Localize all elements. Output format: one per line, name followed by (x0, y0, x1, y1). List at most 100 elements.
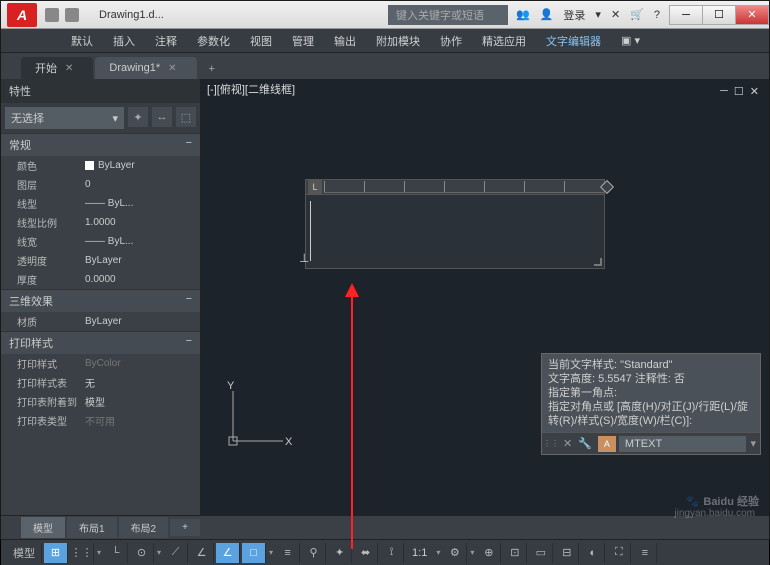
customize-icon[interactable]: ≡ (633, 543, 657, 563)
dropdown-icon[interactable]: ▾ (96, 548, 102, 557)
vp-maximize-icon[interactable]: ☐ (734, 85, 744, 98)
osnap2d-icon[interactable]: ∠ (216, 543, 240, 563)
property-row[interactable]: 打印表类型不可用 (1, 411, 200, 430)
ribbon-overflow-icon[interactable]: ▣ ▾ (611, 29, 650, 53)
select-icon[interactable]: ↔ (152, 107, 172, 127)
property-value[interactable]: 无 (81, 375, 200, 390)
ruler-tab-icon[interactable]: L (308, 180, 322, 194)
property-row[interactable]: 图层0 (1, 175, 200, 194)
cmd-dropdown-icon[interactable]: ▾ (746, 437, 760, 450)
selection-combo[interactable]: 无选择▾ (5, 107, 124, 129)
annotation-icon[interactable]: ⚲ (302, 543, 326, 563)
wrench-icon[interactable]: 🔧 (575, 437, 595, 450)
model-button[interactable]: 模型 (7, 543, 42, 563)
property-value[interactable]: 0.0000 (81, 272, 200, 287)
ribbon-tab[interactable]: 默认 (61, 29, 103, 53)
property-row[interactable]: 线型比例1.0000 (1, 213, 200, 232)
vp-close-icon[interactable]: ✕ (750, 85, 759, 98)
property-section-header[interactable]: 三维效果− (1, 289, 200, 312)
user-icon[interactable]: 👤 (540, 8, 554, 21)
property-value[interactable]: —— ByL... (81, 234, 200, 249)
vp-minimize-icon[interactable]: ─ (720, 85, 728, 98)
resize-handle-icon[interactable] (594, 258, 602, 266)
dropdown-icon[interactable]: ▾ (156, 548, 162, 557)
property-row[interactable]: 透明度ByLayer (1, 251, 200, 270)
osnap-tracking-icon[interactable]: ∠ (190, 543, 214, 563)
osnap-icon[interactable]: □ (242, 543, 266, 563)
ribbon-tab[interactable]: 插入 (103, 29, 145, 53)
property-row[interactable]: 颜色 ByLayer (1, 156, 200, 175)
tab-close-icon[interactable]: ✕ (65, 63, 73, 74)
close-cmd-icon[interactable]: ✕ (560, 437, 575, 450)
property-value[interactable]: ByLayer (81, 158, 200, 173)
anno-monitor-icon[interactable]: ⊕ (477, 543, 501, 563)
drawing-canvas[interactable]: [-][俯视][二维线框] ─ ☐ ✕ L ⊥ (201, 79, 769, 515)
property-section-header[interactable]: 常规− (1, 133, 200, 156)
isodraft-icon[interactable]: ⟋ (164, 543, 188, 563)
units-icon[interactable]: ⊡ (503, 543, 527, 563)
layout-tab[interactable]: 模型 (21, 517, 65, 538)
dropdown-icon[interactable]: ▾ (595, 8, 601, 21)
lineweight-icon[interactable]: ≡ (276, 543, 300, 563)
maximize-button[interactable]: ☐ (702, 5, 736, 25)
property-value[interactable]: 不可用 (81, 413, 200, 428)
cart-icon[interactable]: 🛒 (630, 8, 644, 21)
dropdown-icon[interactable]: ▾ (435, 548, 441, 557)
ribbon-tab[interactable]: 视图 (240, 29, 282, 53)
ribbon-tab[interactable]: 附加模块 (366, 29, 430, 53)
layout-tab[interactable]: 布局1 (67, 517, 117, 538)
ribbon-tab[interactable]: 注释 (145, 29, 187, 53)
ribbon-tab[interactable]: 输出 (324, 29, 366, 53)
app-logo[interactable]: A (7, 3, 37, 27)
qat-button[interactable] (65, 8, 79, 22)
ribbon-tab[interactable]: 参数化 (187, 29, 240, 53)
property-row[interactable]: 打印样式ByColor (1, 354, 200, 373)
property-value[interactable]: ByColor (81, 356, 200, 371)
ribbon-tab[interactable]: 文字编辑器 (536, 29, 611, 53)
add-layout-button[interactable]: + (170, 519, 200, 536)
mtext-editor[interactable]: L ⊥ (305, 179, 605, 269)
snap-icon[interactable]: ⋮⋮ (70, 543, 94, 563)
document-tab[interactable]: 开始✕ (21, 57, 93, 79)
anno-visibility-icon[interactable]: ✦ (328, 543, 352, 563)
text-ruler[interactable]: L (305, 179, 605, 195)
property-value[interactable]: —— ByL... (81, 196, 200, 211)
help-icon[interactable]: ? (654, 9, 660, 21)
property-section-header[interactable]: 打印样式− (1, 331, 200, 354)
search-input[interactable]: 键入关键字或短语 (388, 5, 508, 25)
minimize-button[interactable]: ─ (669, 5, 703, 25)
ribbon-tab[interactable]: 精选应用 (472, 29, 536, 53)
polar-icon[interactable]: ⊙ (130, 543, 154, 563)
anno-autoscale-icon[interactable]: ⬌ (354, 543, 378, 563)
qat-button[interactable] (45, 8, 59, 22)
dropdown-icon[interactable]: ▾ (469, 548, 475, 557)
quick-select-icon[interactable]: ✦ (128, 107, 148, 127)
document-tab[interactable]: Drawing1*✕ (95, 57, 196, 79)
tab-close-icon[interactable]: ✕ (168, 63, 176, 74)
property-value[interactable]: 0 (81, 177, 200, 192)
pick-icon[interactable]: ⬚ (176, 107, 196, 127)
property-row[interactable]: 线型—— ByL... (1, 194, 200, 213)
property-value[interactable]: 1.0000 (81, 215, 200, 230)
property-value[interactable]: ByLayer (81, 253, 200, 268)
clean-screen-icon[interactable]: ⛶ (607, 543, 631, 563)
property-value[interactable]: 模型 (81, 394, 200, 409)
isolate-icon[interactable]: ⊟ (555, 543, 579, 563)
dropdown-icon[interactable]: ▾ (268, 548, 274, 557)
login-link[interactable]: 登录 (563, 7, 585, 23)
workspace-icon[interactable]: ⚙ (443, 543, 467, 563)
property-value[interactable]: ByLayer (81, 314, 200, 329)
property-row[interactable]: 厚度0.0000 (1, 270, 200, 289)
grip-icon[interactable]: ⋮⋮ (542, 439, 560, 448)
property-row[interactable]: 打印表附着到模型 (1, 392, 200, 411)
ribbon-tab[interactable]: 管理 (282, 29, 324, 53)
command-input[interactable]: MTEXT (619, 436, 747, 452)
anno-scale-icon[interactable]: ⟟ (380, 543, 404, 563)
ribbon-tab[interactable]: 协作 (430, 29, 472, 53)
exchange-icon[interactable]: ✕ (611, 8, 620, 21)
property-row[interactable]: 线宽—— ByL... (1, 232, 200, 251)
layout-tab[interactable]: 布局2 (119, 517, 169, 538)
quick-props-icon[interactable]: ▭ (529, 543, 553, 563)
hardware-accel-icon[interactable]: ◐ (581, 543, 605, 563)
people-icon[interactable]: 👥 (516, 8, 530, 21)
